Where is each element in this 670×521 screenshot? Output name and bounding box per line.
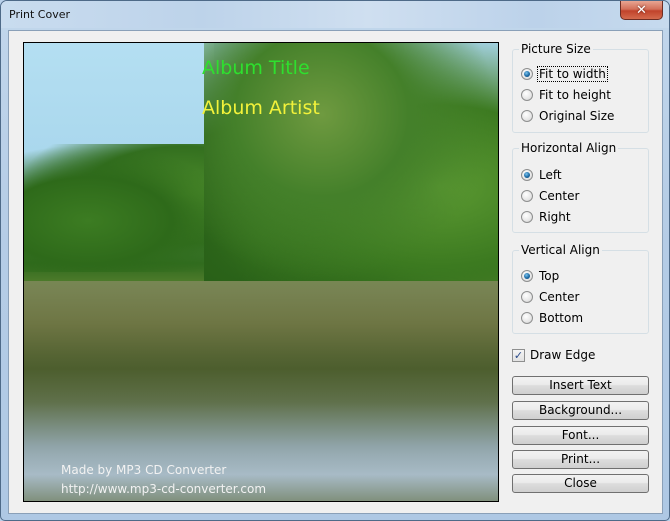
insert-text-button[interactable]: Insert Text (512, 376, 649, 395)
draw-edge-label: Draw Edge (530, 348, 596, 362)
radio-original-size[interactable]: Original Size (521, 107, 615, 125)
print-cover-window: Print Cover ✕ Album Title Album Artist M… (0, 0, 670, 521)
font-button[interactable]: Font... (512, 426, 649, 445)
radio-label: Left (539, 168, 562, 182)
radio-label: Fit to width (537, 66, 608, 82)
draw-edge-checkbox[interactable]: ✓ Draw Edge (512, 348, 595, 362)
credit-text[interactable]: Made by MP3 CD Converter (61, 463, 226, 477)
vertical-align-label: Vertical Align (519, 243, 602, 257)
radio-label: Fit to height (539, 88, 611, 102)
close-icon: ✕ (636, 2, 647, 18)
radio-button[interactable] (521, 68, 533, 80)
title-bar[interactable]: Print Cover ✕ (1, 1, 669, 28)
radio-label: Center (539, 189, 580, 203)
radio-h-right[interactable]: Right (521, 208, 572, 226)
radio-label: Right (539, 210, 571, 224)
picture-size-group: Picture Size Fit to width Fit to height … (512, 42, 649, 133)
radio-button[interactable] (521, 291, 533, 303)
horizontal-align-group: Horizontal Align Left Center Right (512, 141, 649, 233)
window-title: Print Cover (9, 8, 71, 21)
radio-fit-to-height[interactable]: Fit to height (521, 86, 612, 104)
radio-button[interactable] (521, 270, 533, 282)
radio-label: Center (539, 290, 580, 304)
checkmark-icon: ✓ (513, 348, 524, 362)
dialog-client-area: Album Title Album Artist Made by MP3 CD … (8, 30, 663, 514)
radio-v-top[interactable]: Top (521, 267, 560, 285)
radio-fit-to-width[interactable]: Fit to width (521, 65, 608, 83)
album-artist-text[interactable]: Album Artist (202, 97, 320, 119)
print-button[interactable]: Print... (512, 450, 649, 469)
radio-button[interactable] (521, 169, 533, 181)
radio-h-center[interactable]: Center (521, 187, 580, 205)
radio-button[interactable] (521, 89, 533, 101)
background-button[interactable]: Background... (512, 401, 649, 420)
radio-button[interactable] (521, 110, 533, 122)
radio-button[interactable] (521, 190, 533, 202)
radio-v-center[interactable]: Center (521, 288, 580, 306)
radio-h-left[interactable]: Left (521, 166, 563, 184)
cover-preview: Album Title Album Artist Made by MP3 CD … (23, 42, 499, 502)
radio-label: Top (539, 269, 560, 283)
radio-v-bottom[interactable]: Bottom (521, 309, 584, 327)
radio-button[interactable] (521, 211, 533, 223)
close-button[interactable]: Close (512, 474, 649, 493)
radio-button[interactable] (521, 312, 533, 324)
picture-size-label: Picture Size (519, 42, 593, 56)
radio-label: Bottom (539, 311, 584, 325)
credit-url-text[interactable]: http://www.mp3-cd-converter.com (61, 482, 266, 496)
horizontal-align-label: Horizontal Align (519, 141, 619, 155)
radio-label: Original Size (539, 109, 615, 123)
album-title-text[interactable]: Album Title (202, 57, 310, 79)
window-close-button[interactable]: ✕ (620, 1, 663, 20)
checkbox[interactable]: ✓ (512, 348, 525, 362)
vertical-align-group: Vertical Align Top Center Bottom (512, 243, 649, 334)
